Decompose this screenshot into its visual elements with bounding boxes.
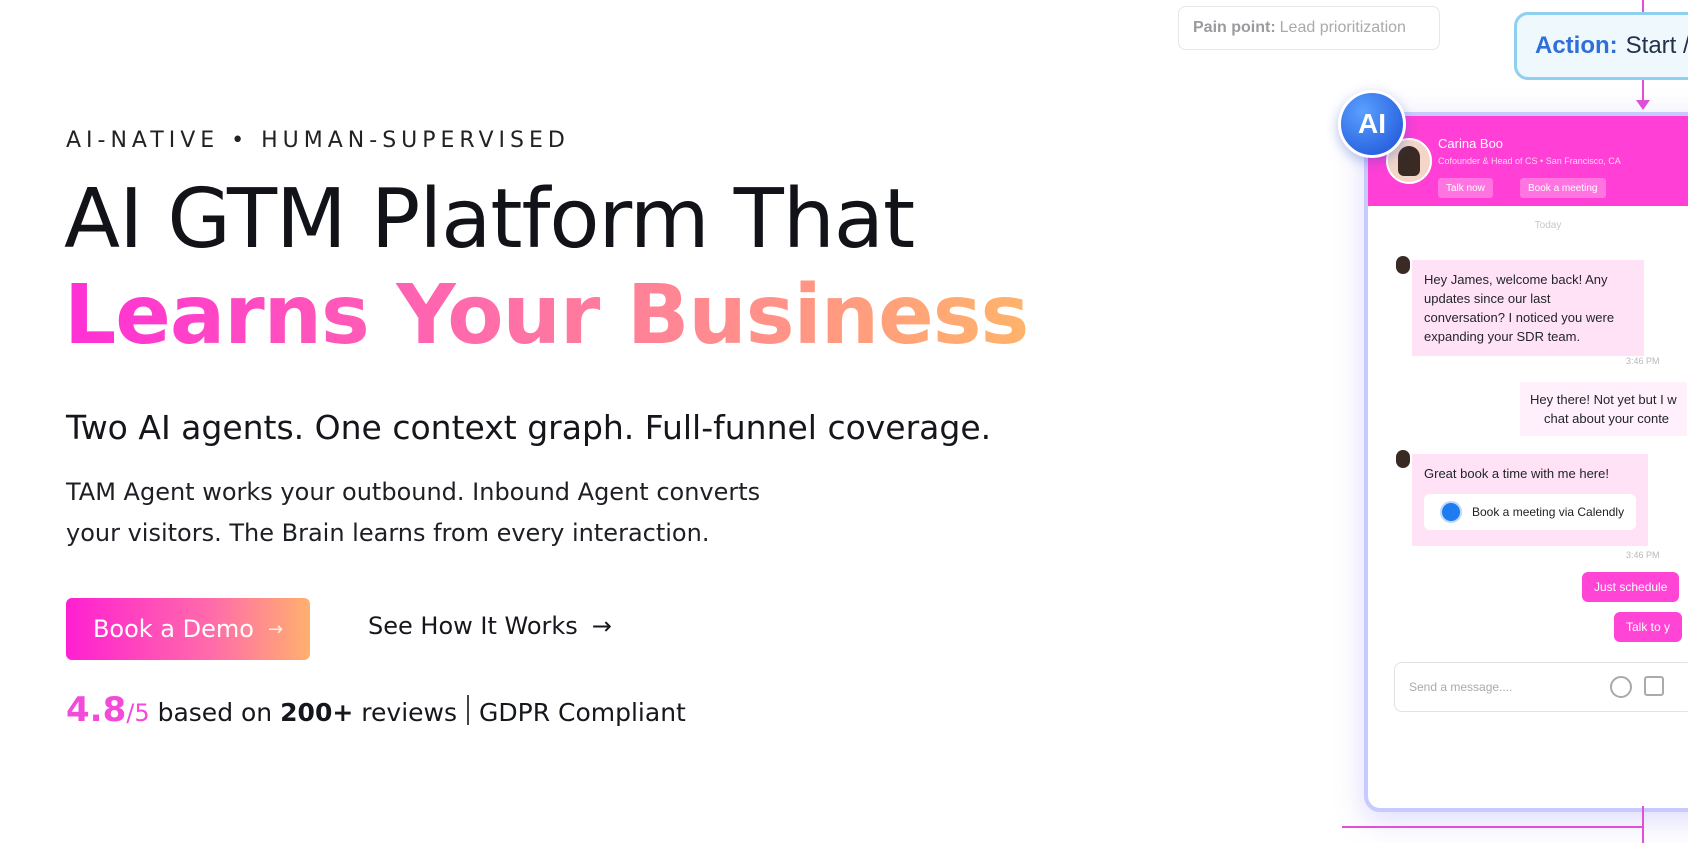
rating-score: 4.8 <box>66 690 127 730</box>
chat-header: Carina Boo Cofounder & Head of CS • San … <box>1368 116 1688 206</box>
book-meeting-button[interactable]: Book a meeting <box>1520 178 1606 198</box>
msg3-text: Great book a time with me here! <box>1424 466 1609 481</box>
action-card: Action: Start / <box>1514 12 1688 80</box>
hero-body: TAM Agent works your outbound. Inbound A… <box>66 478 761 547</box>
chat-message-incoming: Hey James, welcome back! Any updates sin… <box>1412 260 1644 356</box>
hero-subhead: Two AI agents. One context graph. Full-f… <box>66 408 992 447</box>
ai-badge: AI <box>1338 90 1406 158</box>
msg-out-line2: chat about your conte <box>1544 411 1670 426</box>
divider <box>467 695 469 725</box>
chat-message-outgoing: Hey there! Not yet but I w chat about yo… <box>1520 382 1687 436</box>
rating-out-of: /5 <box>126 699 150 727</box>
connector-line <box>1342 826 1642 828</box>
avatar <box>1396 256 1410 274</box>
pain-point-label: Pain point: <box>1193 19 1276 36</box>
rating-based-on: based on <box>157 698 273 727</box>
calendly-button[interactable]: Book a meeting via Calendly <box>1424 494 1636 530</box>
avatar <box>1396 450 1410 468</box>
calendly-icon <box>1440 501 1462 523</box>
date-divider: Today <box>1534 220 1562 231</box>
calendly-label: Book a meeting via Calendly <box>1472 505 1625 519</box>
hero-visual: Pain point: Lead prioritization Action: … <box>1160 0 1688 843</box>
hero-title-line2: Learns Your Business <box>64 268 1029 363</box>
arrow-right-icon: → <box>591 612 612 640</box>
see-how-it-works-link[interactable]: See How It Works → <box>368 612 612 640</box>
gdpr-badge: GDPR Compliant <box>479 698 686 727</box>
connector-line <box>1642 80 1644 102</box>
rating-reviews-word: reviews <box>361 698 457 727</box>
arrow-right-icon: → <box>267 618 284 640</box>
connector-line <box>1642 0 1644 12</box>
see-how-label: See How It Works <box>368 612 578 640</box>
rating-row: 4.8 /5 based on 200+ reviews GDPR Compli… <box>66 690 686 730</box>
msg-out-line1: Hey there! Not yet but I w <box>1530 392 1677 407</box>
agent-name: Carina Boo <box>1438 136 1504 151</box>
action-value: Start / <box>1625 32 1688 59</box>
emoji-icon[interactable] <box>1610 676 1632 698</box>
message-time: 3:46 PM <box>1626 356 1660 366</box>
quick-reply-button[interactable]: Talk to y <box>1614 612 1683 642</box>
book-demo-button[interactable]: Book a Demo → <box>66 598 310 660</box>
pain-point-value: Lead prioritization <box>1279 19 1406 36</box>
quick-reply-button[interactable]: Just schedule <box>1582 572 1680 602</box>
pain-point-card: Pain point: Lead prioritization <box>1178 6 1440 50</box>
review-count: 200+ <box>280 698 354 727</box>
chat-widget: Carina Boo Cofounder & Head of CS • San … <box>1364 112 1688 812</box>
arrow-down-icon <box>1636 100 1650 110</box>
action-label: Action: <box>1535 32 1618 59</box>
hero-title-line1: AI GTM Platform That <box>64 172 915 267</box>
eyebrow: AI-NATIVE • HUMAN-SUPERVISED <box>66 128 570 153</box>
agent-role: Cofounder & Head of CS • San Francisco, … <box>1438 156 1621 166</box>
talk-now-button[interactable]: Talk now <box>1438 178 1493 198</box>
book-demo-label: Book a Demo <box>92 615 254 643</box>
image-icon[interactable] <box>1644 676 1664 696</box>
connector-line <box>1642 806 1644 843</box>
message-time: 3:46 PM <box>1626 550 1660 560</box>
